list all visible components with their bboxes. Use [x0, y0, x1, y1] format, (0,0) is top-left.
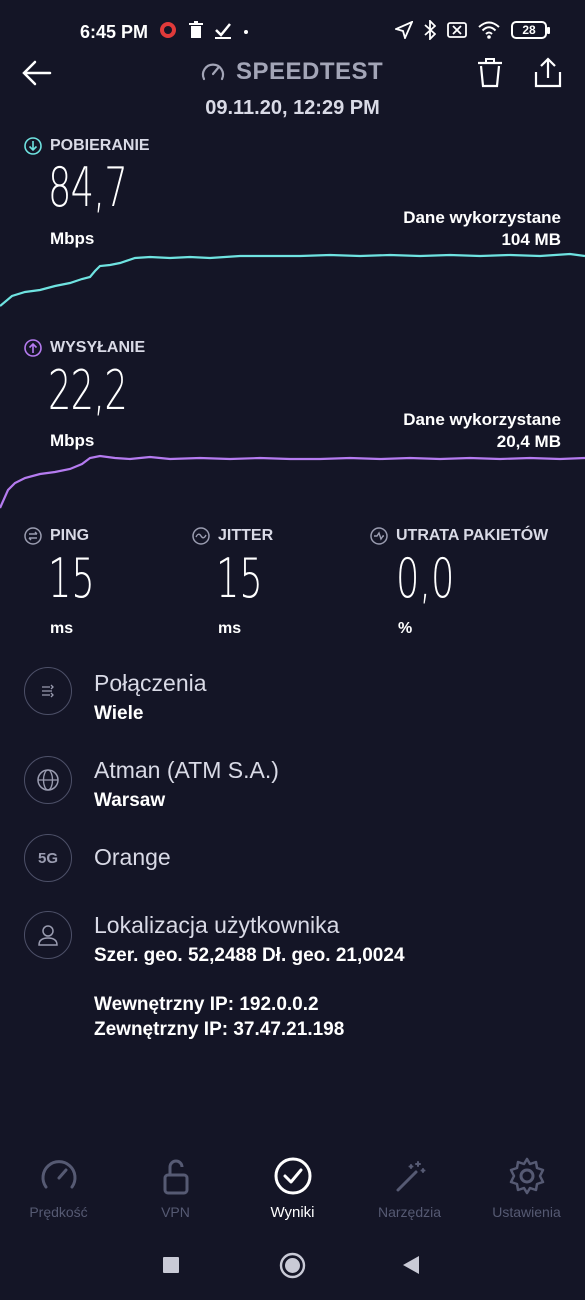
jitter-value: 15 — [216, 547, 263, 610]
upload-label-text: WYSYŁANIE — [50, 339, 146, 356]
download-data-used-label: Dane wykorzystane — [403, 208, 561, 227]
nav-item-settings[interactable]: Ustawienia — [468, 1150, 585, 1220]
upload-graph — [0, 454, 585, 509]
gear-icon — [509, 1157, 544, 1195]
jitter-unit: ms — [218, 620, 242, 637]
connections-icon — [24, 667, 72, 715]
battery-icon: 28 — [511, 21, 550, 39]
download-label: POBIERANIE — [24, 137, 150, 155]
upload-label: WYSYŁANIE — [24, 339, 145, 357]
no-sim-icon — [447, 22, 467, 38]
bluetooth-icon — [424, 20, 436, 40]
nav-item-vpn[interactable]: VPN — [117, 1150, 234, 1220]
upload-arrow-icon — [24, 339, 42, 357]
delete-icon[interactable] — [475, 57, 505, 89]
app-title: SPEEDTEST — [200, 58, 383, 86]
user-icon — [24, 911, 72, 959]
test-date: 09.11.20, 12:29 PM — [205, 97, 380, 119]
server-location: Warsaw — [94, 790, 166, 811]
ping-label-text: PING — [50, 527, 90, 544]
server-title: Atman (ATM S.A.) — [94, 757, 279, 783]
network-type-icon: 5G — [24, 834, 72, 882]
packet-loss-icon — [370, 527, 388, 545]
magic-wand-icon — [396, 1161, 425, 1192]
speedometer-logo-icon — [201, 63, 225, 81]
download-arrow-icon — [24, 137, 42, 155]
nav-label-settings: Ustawienia — [492, 1204, 561, 1220]
ping-icon — [24, 527, 42, 545]
more-dot-icon — [244, 30, 248, 34]
system-navigation-bar — [0, 1244, 585, 1284]
wifi-icon — [478, 21, 500, 39]
recents-button[interactable] — [162, 1256, 180, 1274]
upload-speed-value: 22,2 — [48, 359, 128, 422]
status-bar: 6:45 PM 28 — [0, 0, 585, 64]
packet-loss-label-text: UTRATA PAKIETÓW — [396, 527, 549, 544]
download-done-icon — [215, 23, 231, 39]
upload-data-used-label: Dane wykorzystane — [403, 410, 561, 429]
upload-graph-line — [0, 454, 585, 509]
packet-loss-unit: % — [398, 620, 413, 637]
home-button[interactable] — [279, 1252, 306, 1279]
nav-label-speed: Prędkość — [29, 1204, 88, 1220]
internal-ip: Wewnętrzny IP: 192.0.0.2 — [94, 994, 319, 1015]
nav-item-results[interactable]: Wyniki — [234, 1150, 351, 1221]
check-circle-icon — [274, 1157, 311, 1195]
jitter-label: JITTER — [192, 527, 273, 545]
status-time: 6:45 PM — [80, 22, 149, 42]
nav-item-speed[interactable]: Prędkość — [0, 1150, 117, 1220]
download-graph-line — [0, 252, 585, 307]
network-type-badge: 5G — [37, 849, 58, 867]
jitter-icon — [192, 527, 210, 545]
ping-value: 15 — [48, 547, 95, 610]
connections-value: Wiele — [94, 703, 144, 724]
speedometer-icon — [41, 1160, 76, 1189]
back-button[interactable] — [402, 1255, 420, 1275]
location-title: Lokalizacja użytkownika — [94, 912, 340, 938]
download-data-used: Dane wykorzystane 104 MB — [403, 207, 561, 251]
external-ip: Zewnętrzny IP: 37.47.21.198 — [94, 1019, 345, 1040]
carrier-name: Orange — [94, 844, 171, 870]
upload-unit: Mbps — [50, 431, 95, 450]
download-graph — [0, 252, 585, 307]
back-arrow-icon[interactable] — [20, 56, 54, 90]
packet-loss-value: 0,0 — [396, 547, 455, 610]
bottom-nav: Prędkość VPN Wyniki Narzędzia Ustawienia — [0, 1150, 585, 1230]
packet-loss-label: UTRATA PAKIETÓW — [370, 527, 548, 545]
app-notification-icon — [160, 22, 176, 38]
upload-data-used: Dane wykorzystane 20,4 MB — [403, 409, 561, 453]
jitter-label-text: JITTER — [218, 527, 274, 544]
nav-label-tools: Narzędzia — [377, 1204, 442, 1220]
ping-unit: ms — [50, 620, 74, 637]
globe-icon — [24, 756, 72, 804]
share-icon[interactable] — [532, 56, 564, 90]
nav-label-vpn: VPN — [161, 1204, 190, 1220]
connections-title: Połączenia — [94, 670, 207, 696]
nav-item-tools[interactable]: Narzędzia — [351, 1150, 468, 1220]
location-coords: Szer. geo. 52,2488 Dł. geo. 21,0024 — [94, 945, 405, 966]
download-speed-value: 84,7 — [48, 156, 128, 219]
download-label-text: POBIERANIE — [50, 137, 150, 154]
app-title-text: SPEEDTEST — [236, 58, 384, 85]
ping-label: PING — [24, 527, 89, 545]
lock-icon — [163, 1159, 188, 1195]
nav-label-results: Wyniki — [270, 1204, 315, 1221]
location-icon — [395, 21, 413, 39]
trash-notification-icon — [189, 21, 203, 38]
